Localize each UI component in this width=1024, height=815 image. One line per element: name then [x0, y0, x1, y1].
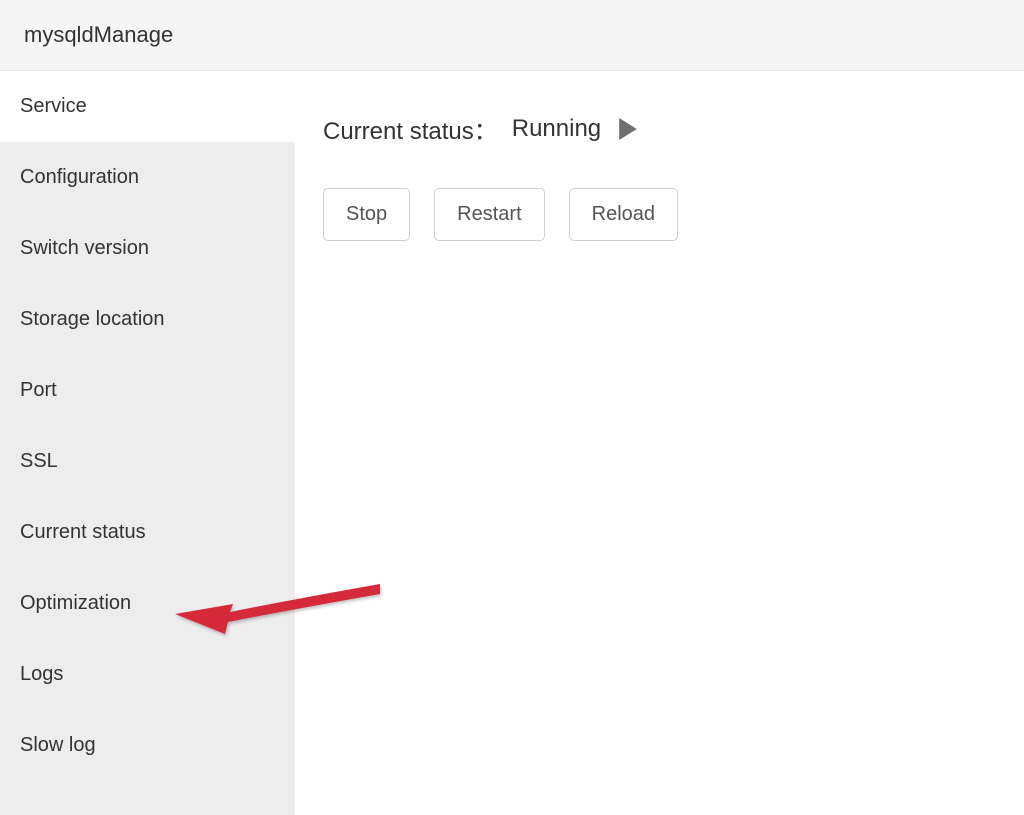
sidebar-item-label: Switch version — [20, 237, 149, 259]
sidebar-item-label: SSL — [20, 450, 58, 472]
sidebar-item-label: Port — [20, 379, 57, 401]
stop-button[interactable]: Stop — [323, 188, 410, 241]
sidebar-item-label: Slow log — [20, 734, 96, 756]
content-area: Current status： Running Stop Restart Rel… — [295, 71, 1024, 815]
sidebar-item-current-status[interactable]: Current status — [0, 497, 295, 568]
sidebar-item-ssl[interactable]: SSL — [0, 426, 295, 497]
play-icon — [619, 118, 637, 140]
sidebar-item-label: Configuration — [20, 166, 139, 188]
page-title: mysqldManage — [24, 22, 1000, 48]
sidebar-item-switch-version[interactable]: Switch version — [0, 213, 295, 284]
sidebar-item-service[interactable]: Service — [0, 71, 295, 142]
sidebar-item-label: Current status — [20, 521, 146, 543]
status-row: Current status： Running — [323, 111, 996, 146]
sidebar: Service Configuration Switch version Sto… — [0, 71, 295, 815]
sidebar-item-label: Service — [20, 95, 87, 117]
sidebar-item-label: Optimization — [20, 592, 131, 614]
restart-button[interactable]: Restart — [434, 188, 544, 241]
sidebar-item-configuration[interactable]: Configuration — [0, 142, 295, 213]
reload-button[interactable]: Reload — [569, 188, 678, 241]
status-label: Current status： — [323, 111, 498, 146]
sidebar-item-port[interactable]: Port — [0, 355, 295, 426]
sidebar-item-slow-log[interactable]: Slow log — [0, 710, 295, 781]
sidebar-item-logs[interactable]: Logs — [0, 639, 295, 710]
status-value: Running — [512, 115, 601, 143]
sidebar-item-label: Logs — [20, 663, 63, 685]
sidebar-item-storage-location[interactable]: Storage location — [0, 284, 295, 355]
header-bar: mysqldManage — [0, 0, 1024, 71]
sidebar-item-label: Storage location — [20, 308, 165, 330]
main-container: Service Configuration Switch version Sto… — [0, 71, 1024, 815]
sidebar-item-optimization[interactable]: Optimization — [0, 568, 295, 639]
button-row: Stop Restart Reload — [323, 188, 996, 241]
